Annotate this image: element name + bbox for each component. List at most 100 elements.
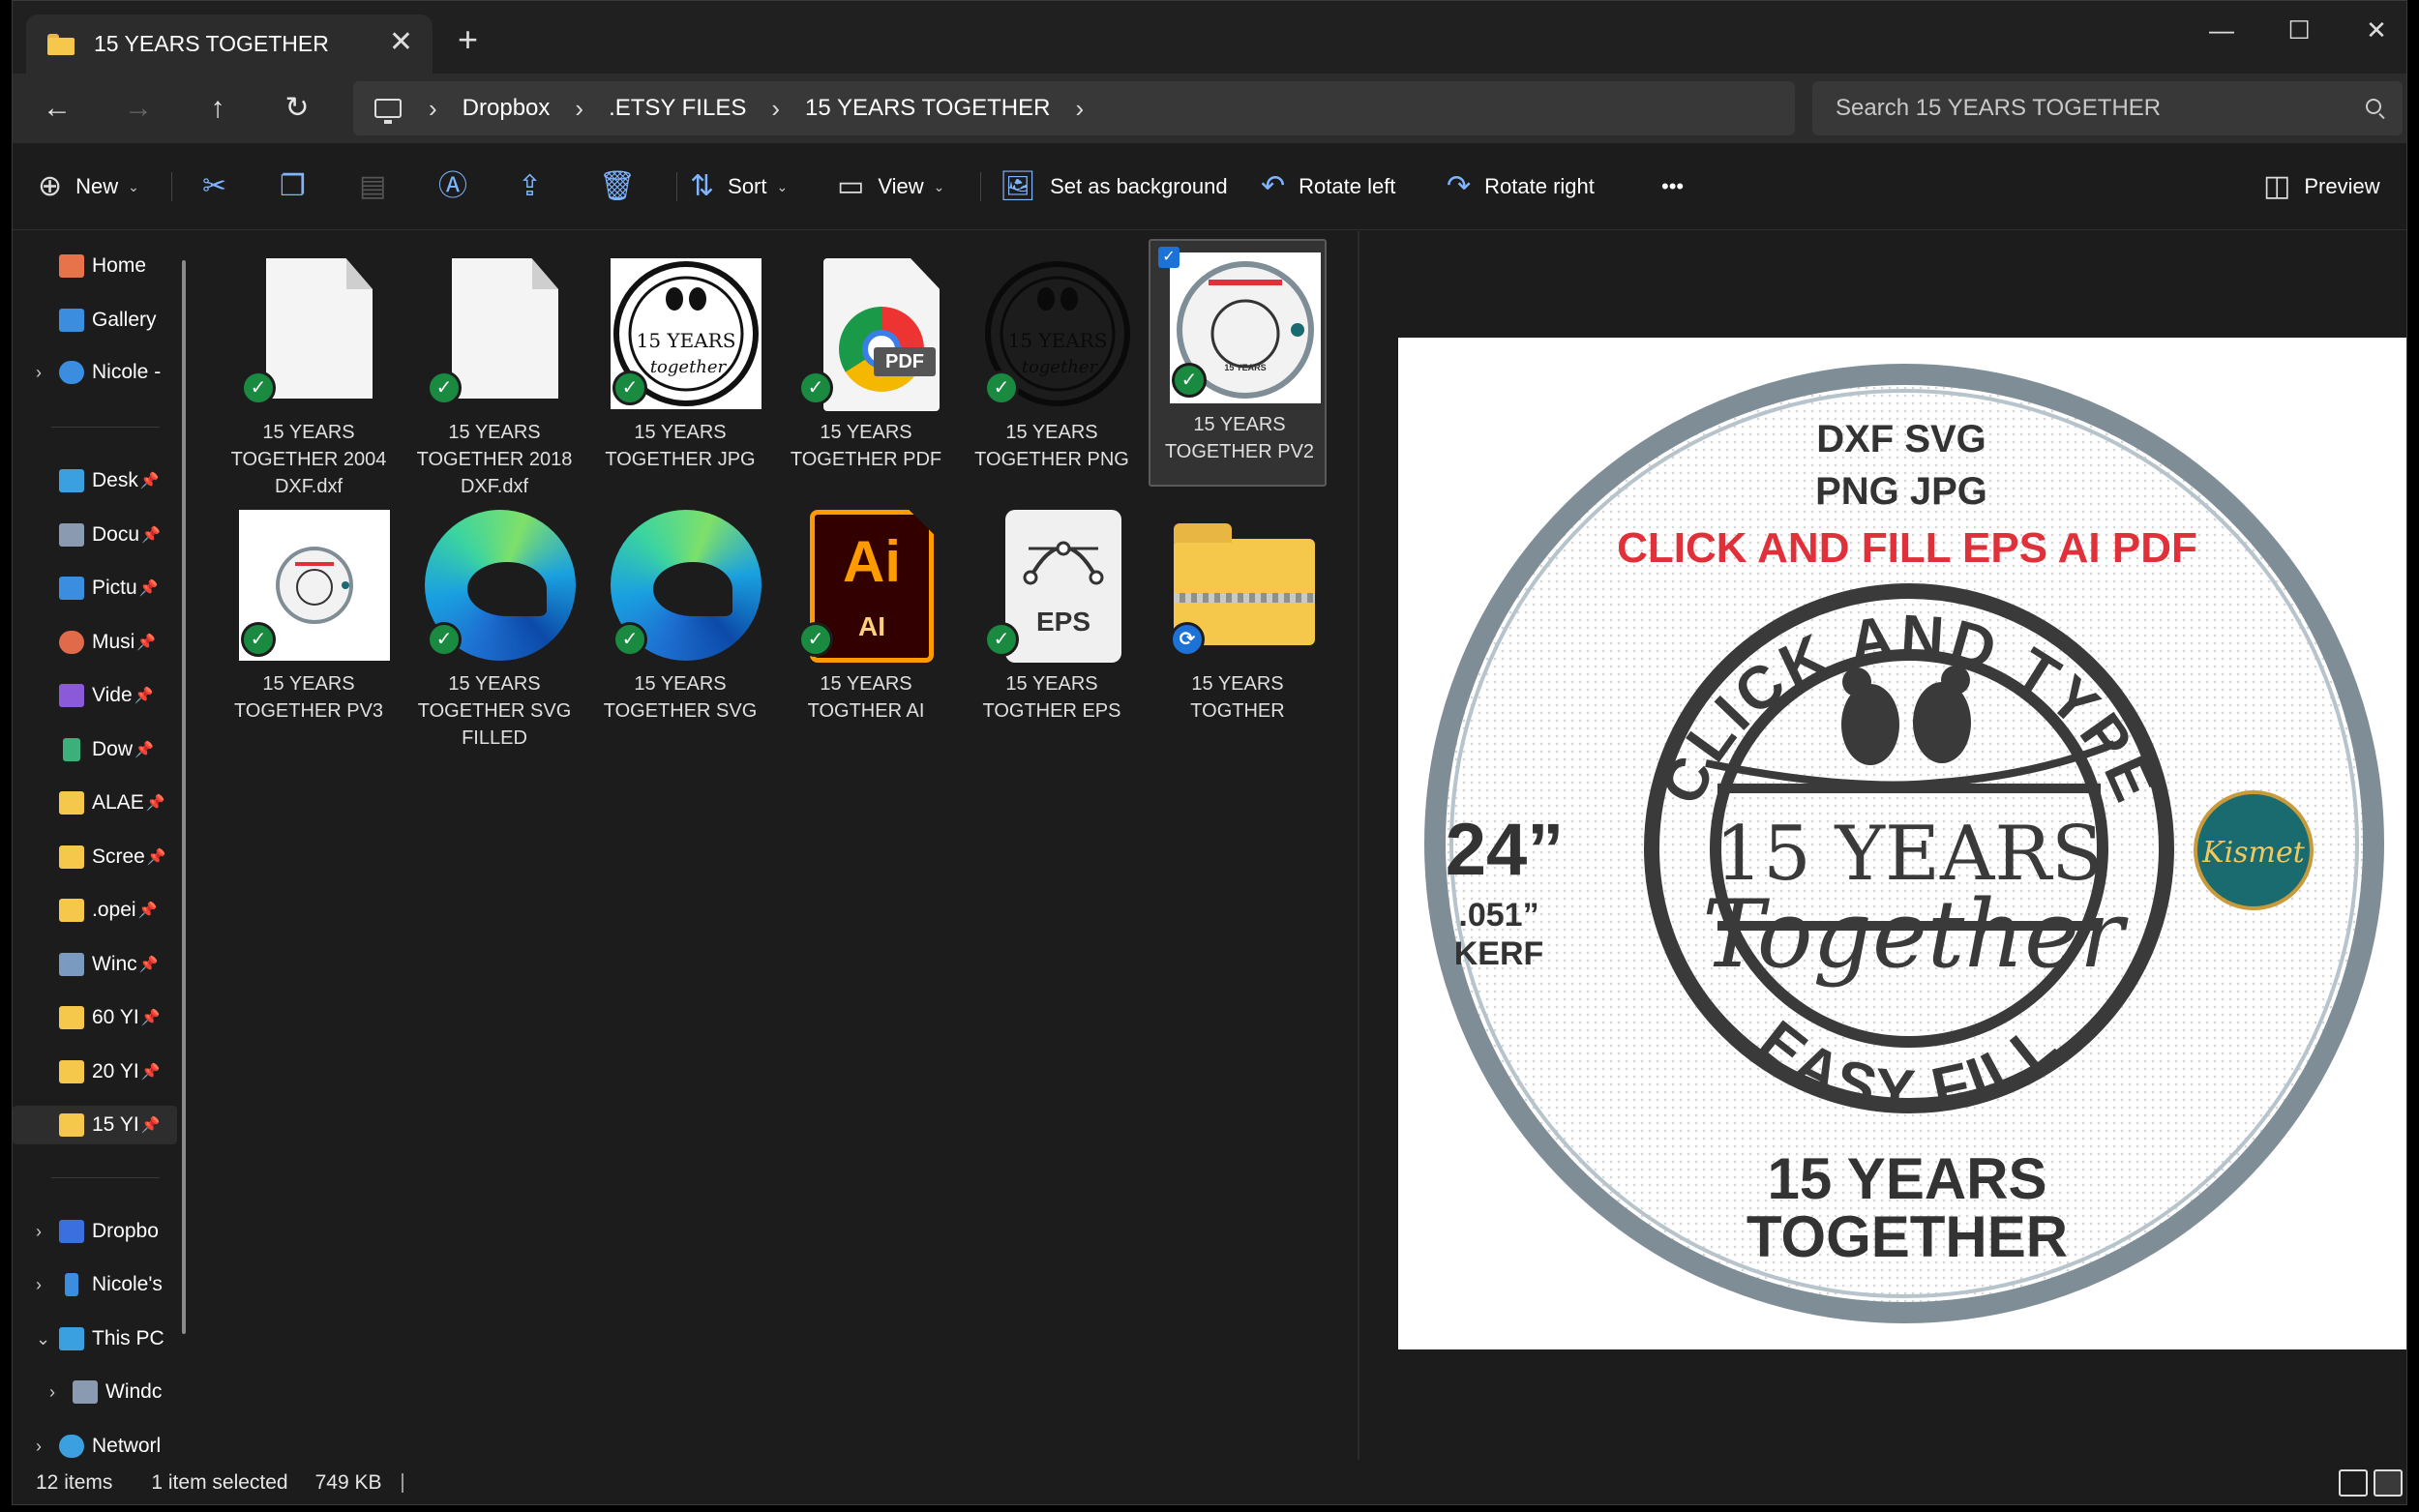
sidebar-item-label: Pictu xyxy=(92,577,137,599)
sort-button[interactable]: ⇅ Sort ⌄ xyxy=(690,163,788,211)
sidebar-item-documents[interactable]: Docu 📌 xyxy=(13,516,177,554)
file-name: 15 YEARS TOGETHER SVG FILLED xyxy=(417,673,572,749)
share-button[interactable]: ⇪ xyxy=(518,163,555,211)
more-options-button[interactable]: ••• xyxy=(1661,163,1684,211)
preview-size: 24” xyxy=(1446,809,1565,891)
sidebar-item-pictures[interactable]: Pictu 📌 xyxy=(13,569,177,608)
file-item[interactable]: ✓ 15 YEARS TOGETHER PV3 xyxy=(220,496,398,744)
paste-button[interactable]: ▤ xyxy=(359,163,400,211)
tiles-view-icon[interactable] xyxy=(2374,1469,2403,1497)
sidebar-item-label: Desk xyxy=(92,469,138,491)
sort-icon: ⇅ xyxy=(690,170,715,202)
new-button[interactable]: ⊕ New ⌄ xyxy=(38,163,139,211)
file-item[interactable]: ✓ 15 YEARS TOGETHER 2018 DXF.dxf xyxy=(405,245,583,497)
chevron-right-icon[interactable]: › xyxy=(36,1437,59,1457)
sidebar-item-label: This PC xyxy=(92,1327,164,1349)
file-item[interactable]: PDF ✓ 15 YEARS TOGETHER PDF xyxy=(777,245,955,492)
file-item[interactable]: ✓ 15 YEARS TOGETHER SVG FILLED xyxy=(405,496,583,749)
breadcrumb-dropbox[interactable]: Dropbox xyxy=(463,95,551,122)
sidebar-item-folder[interactable]: ALAE 📌 xyxy=(13,784,177,822)
sidebar-item-folder[interactable]: Scree 📌 xyxy=(13,838,177,876)
sidebar-item-label: Nicole - xyxy=(92,361,162,383)
thumb-script-text: together xyxy=(1022,357,1099,377)
pane-divider[interactable] xyxy=(1358,231,1359,1460)
sidebar-item-desktop[interactable]: Desk 📌 xyxy=(13,461,177,500)
forward-button[interactable]: → xyxy=(115,89,162,128)
refresh-button[interactable]: ↻ xyxy=(274,89,320,128)
file-item[interactable]: ✓ 15 YEARS TOGETHER SVG xyxy=(591,496,769,744)
preview-scrollbar[interactable] xyxy=(2406,233,2407,1123)
sort-label: Sort xyxy=(728,174,767,198)
file-item[interactable]: ⟳ 15 YEARS TOGTHER xyxy=(1149,496,1327,744)
file-item[interactable]: ✓ 15 YEARS TOGETHER 2004 DXF.dxf xyxy=(220,245,398,497)
preview-pane-button[interactable]: ◫ Preview xyxy=(2263,163,2380,211)
sidebar-item-dropbox[interactable]: › Dropbo xyxy=(13,1212,177,1251)
pin-icon: 📌 xyxy=(140,1117,161,1134)
sidebar-item-folder[interactable]: 60 YI 📌 xyxy=(13,998,177,1037)
address-bar[interactable]: › Dropbox › .ETSY FILES › 15 YEARS TOGET… xyxy=(353,81,1795,135)
preview-label: Preview xyxy=(2304,174,2380,198)
synced-check-icon: ✓ xyxy=(241,371,276,405)
file-name: 15 YEARS TOGETHER 2018 DXF.dxf xyxy=(416,422,573,497)
file-name: 15 YEARS TOGTHER xyxy=(1190,673,1285,722)
folder-icon xyxy=(59,1113,84,1137)
navigation-pane: Home Gallery › Nicole - Desk 📌 Docu 📌 Pictu… xyxy=(13,231,185,1469)
tab-15-years-together[interactable]: 15 YEARS TOGETHER ✕ xyxy=(26,15,433,74)
file-explorer-window: 15 YEARS TOGETHER ✕ + — ☐ ✕ ← → ↑ ↻ › Dr… xyxy=(12,0,2407,1505)
preview-image: DXF SVG PNG JPG CLICK AND FILL EPS AI PD… xyxy=(1398,338,2406,1349)
search-input[interactable]: Search 15 YEARS TOGETHER xyxy=(1812,81,2403,135)
rename-button[interactable]: Ⓐ xyxy=(438,163,481,211)
minimize-button[interactable]: — xyxy=(2188,11,2255,49)
sidebar-item-folder[interactable]: .opei 📌 xyxy=(13,891,177,930)
synced-check-icon: ✓ xyxy=(1172,363,1207,398)
rotate-left-label: Rotate left xyxy=(1299,174,1396,198)
sidebar-item-phone[interactable]: › Nicole's xyxy=(13,1265,177,1304)
sidebar-item-folder-selected[interactable]: 15 YI 📌 xyxy=(13,1106,177,1144)
set-as-background-button[interactable]: 🖼 Set as background xyxy=(1000,163,1228,211)
sidebar-item-windows-drive[interactable]: › Windc xyxy=(13,1373,177,1411)
breadcrumb-15-years-together[interactable]: 15 YEARS TOGETHER xyxy=(805,95,1050,122)
file-item[interactable]: Ai AI ✓ 15 YEARS TOGTHER AI xyxy=(777,496,955,744)
file-item[interactable]: 15 YEARS together ✓ 15 YEARS TOGETHER JPG xyxy=(591,245,769,492)
rotate-right-button[interactable]: ↷ Rotate right xyxy=(1447,163,1595,211)
selection-checkbox[interactable]: ✓ xyxy=(1158,247,1180,268)
breadcrumb-separator: › xyxy=(575,93,584,123)
rotate-left-button[interactable]: ↶ Rotate left xyxy=(1261,163,1395,211)
details-view-icon[interactable] xyxy=(2339,1469,2368,1497)
breadcrumb-etsy-files[interactable]: .ETSY FILES xyxy=(609,95,746,122)
sidebar-item-onedrive[interactable]: › Nicole - xyxy=(13,353,177,392)
view-button[interactable]: ▭ View ⌄ xyxy=(837,163,944,211)
chevron-right-icon[interactable]: › xyxy=(49,1382,73,1403)
new-tab-button[interactable]: + xyxy=(458,22,478,57)
file-item[interactable]: EPS ✓ 15 YEARS TOGTHER EPS xyxy=(963,496,1141,744)
file-item-selected[interactable]: 15 YEARS ✓ ✓ 15 YEARS TOGETHER PV2 xyxy=(1149,239,1327,487)
sidebar-item-videos[interactable]: Vide 📌 xyxy=(13,676,177,715)
file-item[interactable]: 15 YEARS together ✓ 15 YEARS TOGETHER PNG xyxy=(963,245,1141,492)
documents-icon xyxy=(59,523,84,547)
sidebar-scrollbar[interactable] xyxy=(182,260,186,1334)
file-name: 15 YEARS TOGTHER AI xyxy=(807,673,925,722)
sidebar-item-gallery[interactable]: Gallery xyxy=(13,301,177,340)
cut-button[interactable]: ✂ xyxy=(202,163,240,211)
chevron-down-icon[interactable]: ⌄ xyxy=(36,1329,59,1349)
search-icon[interactable] xyxy=(2366,99,2381,114)
sidebar-item-music[interactable]: Musi 📌 xyxy=(13,623,177,662)
sidebar-item-home[interactable]: Home xyxy=(13,247,177,285)
delete-button[interactable]: 🗑 xyxy=(599,163,649,211)
close-window-button[interactable]: ✕ xyxy=(2343,11,2406,49)
chevron-right-icon[interactable]: › xyxy=(36,1222,59,1242)
up-button[interactable]: ↑ xyxy=(194,89,241,128)
chevron-right-icon[interactable]: › xyxy=(36,363,59,383)
maximize-button[interactable]: ☐ xyxy=(2265,11,2333,49)
sidebar-item-folder[interactable]: Winc 📌 xyxy=(13,945,177,984)
file-name: 15 YEARS TOGETHER PV3 xyxy=(233,673,384,722)
breadcrumb-separator[interactable]: › xyxy=(1075,94,1084,124)
pdf-label: PDF xyxy=(874,347,936,376)
sidebar-item-folder[interactable]: 20 YI 📌 xyxy=(13,1052,177,1091)
chevron-right-icon[interactable]: › xyxy=(36,1275,59,1295)
sidebar-item-this-pc[interactable]: ⌄ This PC xyxy=(13,1319,177,1358)
sidebar-item-downloads[interactable]: Dow 📌 xyxy=(13,730,177,769)
close-tab-icon[interactable]: ✕ xyxy=(389,28,413,57)
back-button[interactable]: ← xyxy=(34,89,80,128)
copy-button[interactable]: ❐ xyxy=(280,163,319,211)
